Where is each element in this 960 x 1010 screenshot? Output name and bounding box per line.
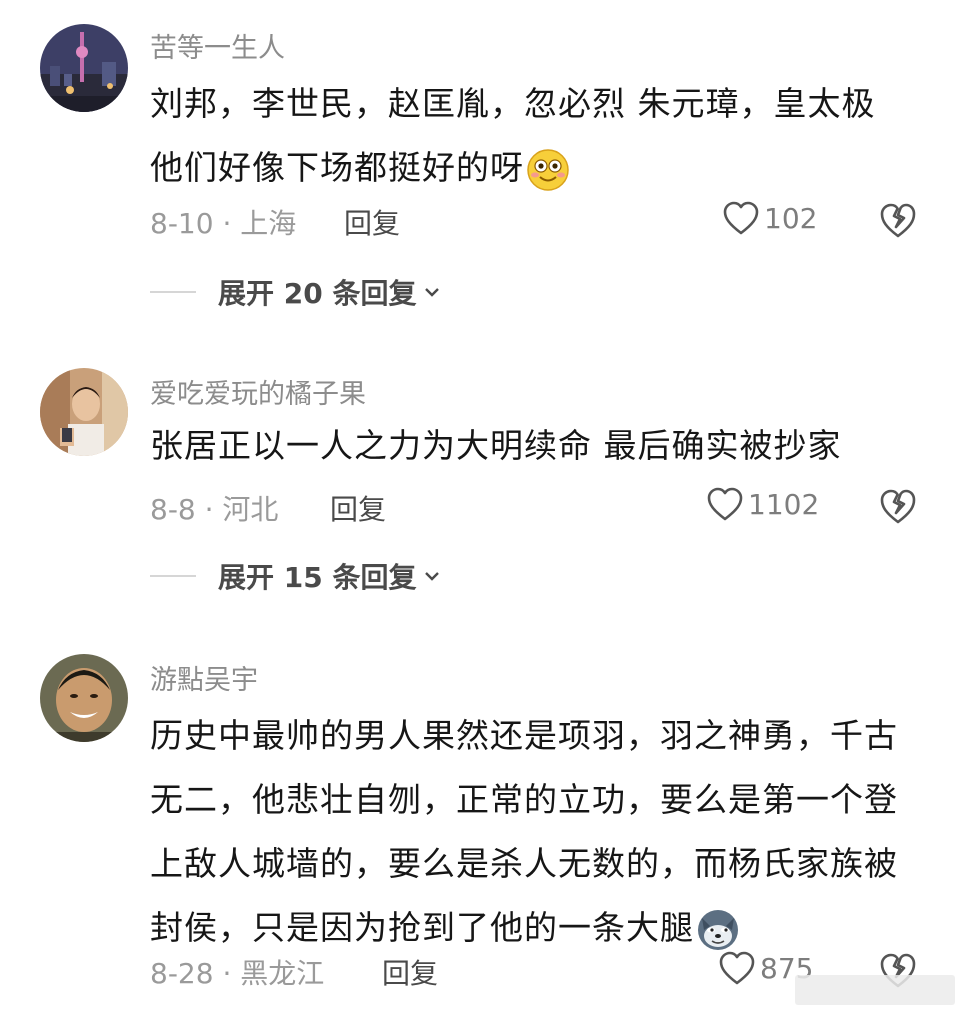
heart-icon <box>719 951 755 985</box>
like-count: 1102 <box>748 487 820 521</box>
heart-icon <box>723 201 759 235</box>
expand-replies-label: 展开 15 条回复 <box>218 561 417 594</box>
dislike-button[interactable] <box>878 200 918 240</box>
dislike-button[interactable] <box>878 486 918 526</box>
expand-replies-button[interactable]: 展开 15 条回复 <box>150 556 442 596</box>
like-button[interactable]: 1102 <box>706 486 819 522</box>
comment-date-location: 8-10 · 上海 <box>150 207 297 240</box>
expand-replies-button[interactable]: 展开 20 条回复 <box>150 272 442 312</box>
comment-date-location: 8-8 · 河北 <box>150 493 279 526</box>
username[interactable]: 苦等一生人 <box>150 26 285 65</box>
broken-heart-icon <box>880 489 916 524</box>
avatar[interactable] <box>40 24 128 112</box>
reply-button[interactable]: 回复 <box>330 488 386 528</box>
like-button[interactable]: 102 <box>722 200 817 236</box>
doge-emoji-icon <box>696 908 740 952</box>
watermark-overlay <box>795 975 955 1005</box>
comment-text: 张居正以一人之力为大明续命 最后确实被抄家 <box>150 414 910 478</box>
like-count: 102 <box>764 201 818 235</box>
avatar[interactable] <box>40 368 128 456</box>
chevron-down-icon <box>425 572 440 581</box>
avatar[interactable] <box>40 654 128 742</box>
expand-replies-label: 展开 20 条回复 <box>218 277 417 310</box>
username[interactable]: 游點吴宇 <box>150 658 258 697</box>
comment-text-content: 张居正以一人之力为大明续命 最后确实被抄家 <box>150 426 842 465</box>
divider-line <box>150 575 196 577</box>
comment-date-location: 8-28 · 黑龙江 <box>150 957 325 990</box>
reply-button[interactable]: 回复 <box>344 202 400 242</box>
divider-line <box>150 291 196 293</box>
chevron-down-icon <box>425 288 440 297</box>
comment-text-content: 历史中最帅的男人果然还是项羽，羽之神勇，千古无二，他悲壮自刎，正常的立功，要么是… <box>150 716 898 947</box>
comment-text-content: 刘邦，李世民，赵匡胤，忽必烈 朱元璋，皇太极 他们好像下场都挺好的呀 <box>150 84 876 187</box>
username[interactable]: 爱吃爱玩的橘子果 <box>150 372 366 411</box>
broken-heart-icon <box>880 203 916 238</box>
comment-text: 历史中最帅的男人果然还是项羽，羽之神勇，千古无二，他悲壮自刎，正常的立功，要么是… <box>150 704 910 960</box>
heart-icon <box>707 487 743 521</box>
smile-emoji-icon <box>526 148 570 192</box>
reply-button[interactable]: 回复 <box>382 952 438 992</box>
comment-text: 刘邦，李世民，赵匡胤，忽必烈 朱元璋，皇太极 他们好像下场都挺好的呀 <box>150 72 910 200</box>
